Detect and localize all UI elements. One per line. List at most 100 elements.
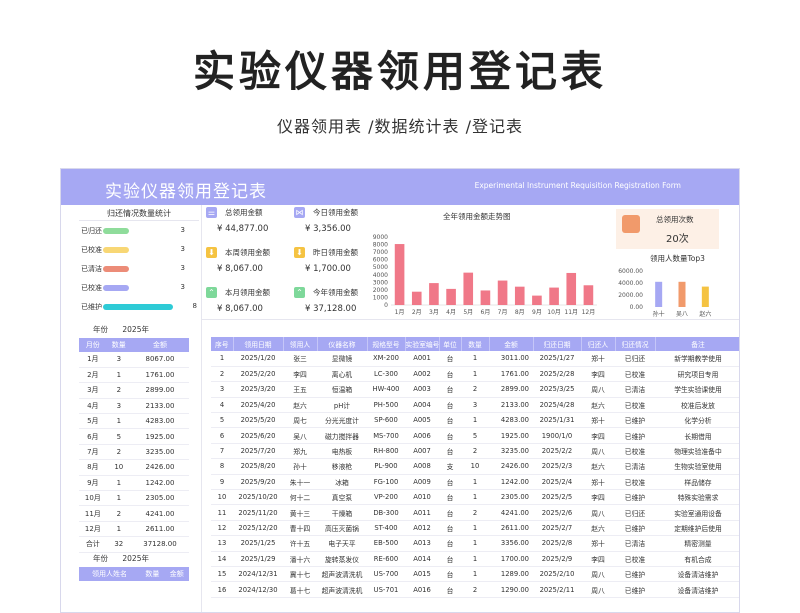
sheet-title: 实验仪器领用登记表 <box>105 182 267 202</box>
bar <box>532 295 542 305</box>
y-tick-label: 9000 <box>373 234 388 241</box>
table-row: 12月 1 2611.00 <box>79 521 189 538</box>
y-tick-label: 0 <box>384 302 388 309</box>
table-cell: SP-600 <box>367 412 405 429</box>
table-cell: 4283.00 <box>489 412 533 429</box>
table-cell: 1761.00 <box>489 366 533 383</box>
table-cell: A002 <box>405 366 439 383</box>
table-cell: 2 <box>106 505 131 522</box>
bar <box>701 286 709 307</box>
table-cell: 3011.00 <box>489 351 533 367</box>
table-cell: FG-100 <box>367 474 405 491</box>
status-label: 已维护 <box>81 303 102 311</box>
table-cell: A003 <box>405 381 439 398</box>
table-cell: 已清洁 <box>615 381 655 398</box>
x-tick-label: 10月 <box>547 309 561 316</box>
status-label: 已校准 <box>81 284 102 292</box>
table-cell: 赵六 <box>581 520 615 537</box>
table-cell: 2025/2/3 <box>533 458 581 475</box>
column-header: 金额 <box>489 337 534 351</box>
table-row: 9月 1 1242.00 <box>79 475 189 492</box>
kpi-label: 本周领用金额 <box>225 248 270 257</box>
table-cell: 3235.00 <box>489 443 533 460</box>
bar <box>678 281 686 307</box>
table-cell: 超声波清洗机 <box>317 566 367 583</box>
table-row: 5月 1 4283.00 <box>79 413 189 430</box>
table-cell: 台 <box>439 566 461 583</box>
table-cell: 已校准 <box>615 474 655 491</box>
table-cell: 校准后发放 <box>655 397 739 414</box>
sliders-icon: ⚌ <box>206 207 217 218</box>
x-tick-label: 8月 <box>515 309 525 316</box>
table-cell: 赵六 <box>581 397 615 414</box>
table-cell: A006 <box>405 427 439 444</box>
column-header: 单位 <box>439 337 462 351</box>
y-tick-label: 7000 <box>373 249 388 256</box>
table-cell: 15 <box>211 566 233 583</box>
x-tick-label: 12月 <box>582 309 596 316</box>
table-cell: ST-400 <box>367 520 405 537</box>
table-cell: 2025/1/31 <box>533 412 581 429</box>
table-cell: 11 <box>211 504 233 521</box>
table-cell: DB-300 <box>367 504 405 521</box>
table-row: 3月 2 2899.00 <box>79 382 189 399</box>
return-status-panel: 归还情况数量统计 已归还 3 已校准 3 已清洁 3 已校准 3 已维护 8 <box>79 205 199 315</box>
column-header: 仪器名称 <box>317 337 368 351</box>
table-cell: 潘十六 <box>283 551 317 567</box>
share-icon: ⋈ <box>294 207 305 218</box>
column-header: 金额 <box>164 567 189 581</box>
table-cell: A012 <box>405 520 439 537</box>
table-cell: 新学期教学使用 <box>655 351 739 367</box>
table-cell: 2 <box>211 366 233 383</box>
table-cell: 14 <box>211 551 233 567</box>
table-cell: 2025/10/20 <box>233 489 283 506</box>
column-header: 序号 <box>211 337 234 351</box>
table-cell: 1242.00 <box>489 474 533 491</box>
status-label: 已清洁 <box>81 265 102 273</box>
table-cell: 周八 <box>581 504 615 521</box>
table-cell: 已清洁 <box>615 458 655 475</box>
table-cell: A007 <box>405 443 439 460</box>
table-cell: 1 <box>461 535 489 552</box>
table-cell: 1290.00 <box>489 581 533 598</box>
table-cell: 5 <box>211 412 233 429</box>
status-row: 已校准 3 <box>79 278 199 297</box>
table-cell: 已校准 <box>615 551 655 567</box>
y-tick-label: 1000 <box>373 294 388 301</box>
y-tick-label: 5000 <box>373 264 388 271</box>
table-cell: 12月 <box>79 521 107 538</box>
table-cell: 8月 <box>79 459 107 476</box>
table-cell: 已维护 <box>615 412 655 429</box>
chevrons-up-icon: ⌃ <box>206 287 217 298</box>
table-cell: 6 <box>211 427 233 444</box>
download-icon: ⬇ <box>294 247 305 258</box>
table-cell: 已维护 <box>615 427 655 444</box>
table-cell: A009 <box>405 474 439 491</box>
status-value: 3 <box>180 245 185 253</box>
table-cell: 3 <box>106 398 131 415</box>
table-cell: 已维护 <box>615 489 655 506</box>
table-cell: 3 <box>461 397 489 414</box>
table-cell: 9月 <box>79 475 107 492</box>
table-cell: 2025/2/11 <box>533 581 581 598</box>
table-cell: HW-400 <box>367 381 405 398</box>
table-cell: 合计 <box>79 536 107 553</box>
y-tick-label: 4000.00 <box>618 280 643 287</box>
table-cell: 长期借用 <box>655 427 739 444</box>
table-cell: 1月 <box>79 352 107 368</box>
count-value: 20次 <box>666 234 689 245</box>
table-cell: 2025/3/20 <box>233 381 283 398</box>
table-cell: 周八 <box>581 581 615 598</box>
table-cell: 2611.00 <box>489 520 533 537</box>
table-cell: 10月 <box>79 490 107 507</box>
x-tick-label: 3月 <box>429 309 439 316</box>
x-tick-label: 2月 <box>412 309 422 316</box>
status-row: 已清洁 3 <box>79 259 199 278</box>
table-cell: 2 <box>461 381 489 398</box>
table-cell: 1 <box>461 520 489 537</box>
y-tick-label: 0.00 <box>630 304 644 311</box>
table-cell: 3月 <box>79 382 107 399</box>
table-cell: 2025/2/4 <box>533 474 581 491</box>
status-value: 3 <box>180 264 185 272</box>
table-row: 2 2025/2/20 李四 离心机 LC-300 A002 台 1 1761.00 2025/2… <box>211 366 739 383</box>
